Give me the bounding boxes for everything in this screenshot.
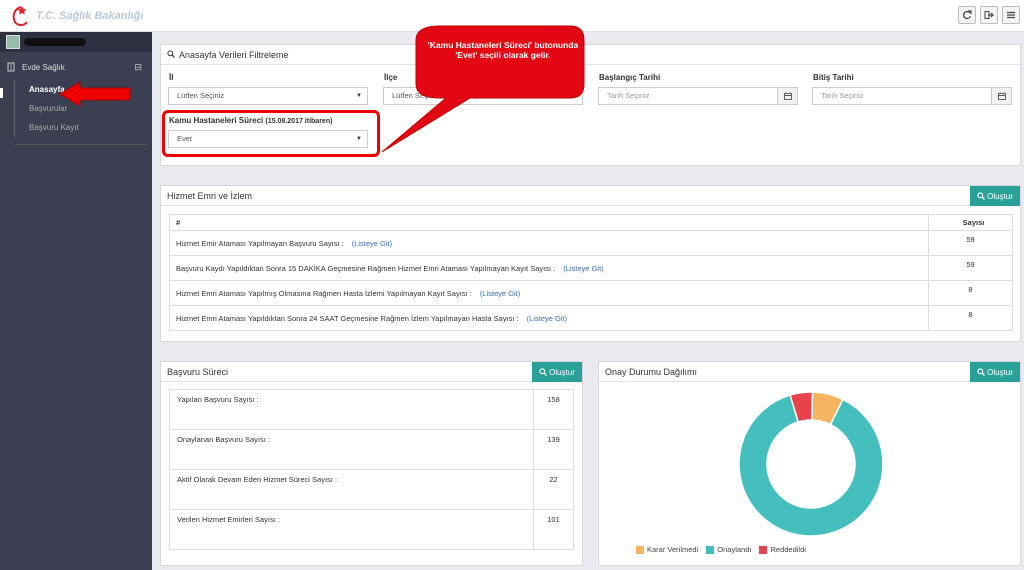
building-icon bbox=[6, 62, 16, 72]
highlight-box bbox=[162, 110, 380, 157]
avatar bbox=[6, 35, 20, 49]
filter-panel-header: Anasayfa Verileri Filtreleme bbox=[161, 45, 1020, 65]
listeye-git-link[interactable]: (Listeye Git) bbox=[480, 289, 520, 298]
table-row: Verilen Hizmet Emirleri Sayısı : 101 bbox=[169, 509, 574, 550]
logo: T.C. Sağlık Bakanlığı bbox=[10, 4, 143, 28]
hizmet-panel-header: Hizmet Emri ve İzlem bbox=[161, 186, 1020, 206]
il-label: İl bbox=[169, 73, 174, 82]
row-value: 158 bbox=[533, 389, 574, 430]
col-count: Sayısı bbox=[928, 214, 1013, 231]
search-icon bbox=[977, 192, 986, 200]
divider bbox=[14, 144, 148, 145]
hizmet-olustur-button[interactable]: Oluştur bbox=[970, 186, 1020, 206]
search-icon bbox=[167, 49, 175, 60]
onay-olustur-button[interactable]: Oluştur bbox=[970, 362, 1020, 382]
row-count: 59 bbox=[928, 255, 1013, 281]
active-marker bbox=[0, 88, 3, 98]
annotation-arrow bbox=[59, 81, 131, 107]
legend-swatch bbox=[636, 545, 644, 554]
app-title: T.C. Sağlık Bakanlığı bbox=[36, 10, 144, 22]
sidebar-group-label: Evde Sağlık bbox=[22, 62, 65, 72]
row-label: Hizmet Emri Ataması Yapıldıktan Sonra 24… bbox=[176, 313, 519, 323]
row-value: 101 bbox=[533, 509, 574, 550]
legend-swatch bbox=[759, 545, 768, 554]
basvuru-panel-header: Başvuru Süreci bbox=[161, 362, 582, 382]
menu-icon[interactable] bbox=[1002, 6, 1020, 24]
refresh-icon[interactable] bbox=[958, 6, 976, 24]
row-label: Verilen Hizmet Emirleri Sayısı : bbox=[169, 509, 534, 550]
basvuru-table: Yapılan Başvuru Sayısı : 158 Onaylanan B… bbox=[169, 389, 574, 550]
listeye-git-link[interactable]: (Listeye Git) bbox=[352, 239, 392, 248]
start-date-input[interactable]: Tarih Seçiniz bbox=[598, 87, 798, 105]
onay-panel-title: Onay Durumu Dağılımı bbox=[605, 366, 698, 377]
row-value: 22 bbox=[533, 469, 574, 510]
chart-legend: Karar Verilmedi Onaylandı Reddedildi bbox=[636, 545, 806, 554]
start-date-placeholder: Tarih Seçiniz bbox=[607, 91, 650, 100]
logout-icon[interactable] bbox=[980, 6, 998, 24]
user-profile[interactable] bbox=[0, 32, 152, 52]
sidebar: Evde Sağlık ⊟ Anasayfa Başvurular Başvur… bbox=[0, 32, 152, 570]
legend-label: Karar Verilmedi bbox=[647, 545, 699, 554]
row-label: Aktif Olarak Devam Eden Hizmet Süreci Sa… bbox=[169, 469, 534, 510]
basvuru-olustur-button[interactable]: Oluştur bbox=[532, 362, 582, 382]
legend-item[interactable]: Karar Verilmedi bbox=[636, 545, 698, 554]
row-label: Onaylanan Başvuru Sayısı : bbox=[169, 429, 534, 470]
end-date-label: Bitiş Tarihi bbox=[813, 73, 854, 82]
calendar-icon[interactable] bbox=[991, 88, 1011, 104]
il-select[interactable]: Lütfen Seçiniz ▼ bbox=[168, 87, 368, 105]
collapse-icon[interactable]: ⊟ bbox=[134, 62, 142, 73]
onay-panel-header: Onay Durumu Dağılımı bbox=[599, 362, 1020, 382]
row-label: Başvuru Kaydı Yapıldıktan Sonra 15 DAKİK… bbox=[176, 263, 556, 273]
basvuru-panel-title: Başvuru Süreci bbox=[167, 366, 229, 377]
listeye-git-link[interactable]: (Listeye Git) bbox=[527, 314, 567, 323]
legend-label: Reddedildi bbox=[770, 545, 806, 554]
row-label: Hizmet Emri Ataması Yapılmış Olmasına Ra… bbox=[176, 288, 472, 298]
filter-panel-title: Anasayfa Verileri Filtreleme bbox=[179, 49, 289, 60]
col-hash: # bbox=[169, 214, 929, 231]
hizmet-olustur-label: Oluştur bbox=[987, 191, 1013, 201]
table-row: Yapılan Başvuru Sayısı : 158 bbox=[169, 389, 574, 430]
row-value: 139 bbox=[533, 429, 574, 470]
hizmet-table: # Sayısı Hizmet Emir Ataması Yapılmayan … bbox=[169, 214, 1013, 331]
table-row: Hizmet Emir Ataması Yapılmayan Başvuru S… bbox=[169, 230, 1013, 256]
sidebar-item-basvuru-kayit[interactable]: Başvuru Kayıt bbox=[29, 118, 152, 137]
user-name-redacted bbox=[24, 38, 86, 46]
callout-text: 'Kamu Hastaneleri Süreci' butonunda 'Eve… bbox=[427, 40, 579, 60]
end-date-input[interactable]: Tarih Seçiniz bbox=[812, 87, 1012, 105]
basvuru-olustur-label: Oluştur bbox=[549, 367, 575, 377]
il-select-value: Lütfen Seçiniz bbox=[177, 91, 225, 100]
table-row: Hizmet Emri Ataması Yapılmış Olmasına Ra… bbox=[169, 280, 1013, 306]
legend-item[interactable]: Reddedildi bbox=[759, 545, 806, 554]
table-row: Başvuru Kaydı Yapıldıktan Sonra 15 DAKİK… bbox=[169, 255, 1013, 281]
onay-donut-chart bbox=[738, 391, 884, 537]
legend-swatch bbox=[706, 545, 715, 554]
legend-label: Onaylandı bbox=[717, 545, 752, 554]
row-count: 8 bbox=[928, 280, 1013, 306]
listeye-git-link[interactable]: (Listeye Git) bbox=[563, 264, 603, 273]
onay-olustur-label: Oluştur bbox=[987, 367, 1013, 377]
start-date-label: Başlangıç Tarihi bbox=[599, 73, 661, 82]
sidebar-group-evde-saglik[interactable]: Evde Sağlık ⊟ bbox=[0, 54, 152, 80]
caret-down-icon: ▼ bbox=[356, 93, 362, 99]
ministry-logo-icon bbox=[12, 6, 28, 26]
table-row: Onaylanan Başvuru Sayısı : 139 bbox=[169, 429, 574, 470]
legend-item[interactable]: Onaylandı bbox=[706, 545, 751, 554]
search-icon bbox=[977, 368, 986, 376]
table-row: Aktif Olarak Devam Eden Hizmet Süreci Sa… bbox=[169, 469, 574, 510]
table-row: Hizmet Emri Ataması Yapıldıktan Sonra 24… bbox=[169, 305, 1013, 331]
end-date-placeholder: Tarih Seçiniz bbox=[821, 91, 864, 100]
hizmet-panel-title: Hizmet Emri ve İzlem bbox=[167, 190, 253, 201]
row-count: 8 bbox=[928, 305, 1013, 331]
calendar-icon[interactable] bbox=[777, 88, 797, 104]
row-label: Yapılan Başvuru Sayısı : bbox=[169, 389, 534, 430]
row-count: 59 bbox=[928, 230, 1013, 256]
table-header-row: # Sayısı bbox=[169, 214, 1013, 231]
search-icon bbox=[539, 368, 548, 376]
row-label: Hizmet Emir Ataması Yapılmayan Başvuru S… bbox=[176, 238, 344, 248]
